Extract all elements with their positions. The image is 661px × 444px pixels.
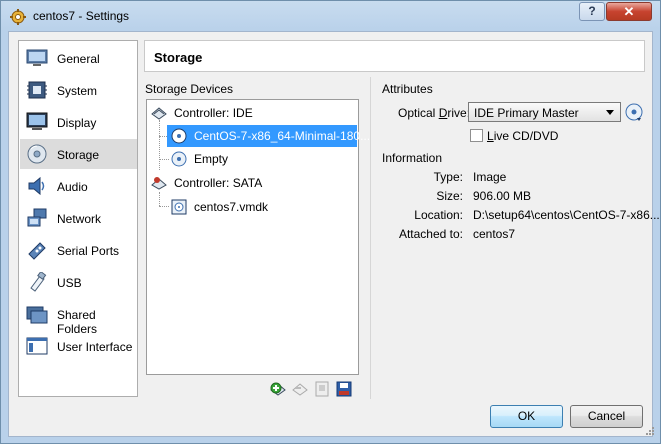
add-controller-icon[interactable] bbox=[269, 380, 287, 398]
dropdown-arrow-icon bbox=[606, 110, 614, 115]
sidebar-item-network[interactable]: Network bbox=[20, 203, 137, 233]
help-button[interactable]: ? bbox=[579, 2, 605, 21]
tree-item-label: Controller: SATA bbox=[174, 176, 263, 190]
general-icon bbox=[26, 49, 48, 66]
info-attached-value: centos7 bbox=[473, 227, 516, 241]
tree-item-label: centos7.vmdk bbox=[194, 200, 269, 214]
tree-item-controller-sata[interactable]: Controller: SATA bbox=[147, 172, 358, 194]
shared-folders-icon bbox=[26, 306, 48, 324]
serial-ports-icon bbox=[28, 242, 46, 260]
storage-devices-label: Storage Devices bbox=[145, 82, 234, 96]
sidebar-item-label: Serial Ports bbox=[57, 244, 120, 258]
sidebar-item-audio[interactable]: Audio bbox=[20, 171, 137, 201]
choose-disc-icon[interactable] bbox=[624, 102, 644, 122]
storage-icon bbox=[27, 144, 47, 164]
info-location-key: Location: bbox=[414, 208, 463, 222]
info-type-value: Image bbox=[473, 170, 507, 184]
page-title: Storage bbox=[154, 50, 203, 65]
usb-icon bbox=[30, 272, 47, 292]
storage-toolbar bbox=[269, 380, 359, 398]
tree-item-ide-disc[interactable]: CentOS-7-x86_64-Minimal-180... bbox=[167, 125, 370, 147]
info-type-key: Type: bbox=[433, 170, 463, 184]
sidebar-item-label: Network bbox=[57, 212, 102, 226]
tree-connector bbox=[159, 120, 160, 170]
system-icon bbox=[27, 81, 47, 99]
sidebar-item-display[interactable]: Display bbox=[20, 107, 137, 137]
label-text: rive: bbox=[447, 106, 471, 120]
sidebar-item-label: Display bbox=[57, 116, 97, 130]
title-bar[interactable]: centos7 - Settings ? ✕ bbox=[1, 1, 660, 31]
live-cd-checkbox[interactable] bbox=[470, 129, 483, 142]
attributes-label: Attributes bbox=[382, 82, 433, 96]
sidebar-item-storage[interactable]: Storage bbox=[20, 139, 137, 169]
remove-attachment-icon[interactable] bbox=[335, 380, 353, 398]
sidebar-item-general[interactable]: General bbox=[20, 43, 137, 73]
tree-connector bbox=[159, 192, 160, 206]
ide-controller-icon bbox=[151, 107, 167, 120]
sidebar-item-label: Storage bbox=[57, 148, 100, 162]
audio-icon bbox=[28, 176, 45, 196]
display-icon bbox=[26, 112, 48, 130]
window-title: centos7 - Settings bbox=[33, 9, 130, 23]
user-interface-icon bbox=[26, 337, 48, 355]
dialog-body: General System Display Storage Audio Net… bbox=[8, 31, 660, 437]
resize-grip-icon[interactable] bbox=[646, 427, 654, 435]
sidebar-item-usb[interactable]: USB bbox=[20, 267, 137, 297]
tree-item-label: Empty bbox=[194, 152, 229, 166]
sidebar-item-shared-folders[interactable]: Shared Folders bbox=[20, 299, 137, 336]
optical-drive-value: IDE Primary Master bbox=[474, 106, 579, 120]
sidebar-item-label: System bbox=[57, 84, 98, 98]
settings-window: centos7 - Settings ? ✕ General System Di… bbox=[0, 0, 661, 444]
optical-disc-icon bbox=[171, 128, 187, 144]
virtualbox-gear-icon bbox=[10, 9, 26, 25]
info-size-value: 906.00 MB bbox=[473, 189, 532, 203]
live-cd-label[interactable]: Live CD/DVD bbox=[487, 129, 558, 143]
sidebar-item-system[interactable]: System bbox=[20, 75, 137, 105]
tree-item-ide-empty[interactable]: Empty bbox=[167, 148, 357, 170]
tree-item-label: Controller: IDE bbox=[174, 106, 253, 120]
info-attached-key: Attached to: bbox=[398, 227, 463, 241]
hard-disk-icon bbox=[171, 199, 187, 215]
tree-item-sata-disk[interactable]: centos7.vmdk bbox=[167, 196, 357, 218]
info-location-value: D:\setup64\centos\CentOS-7-x86... bbox=[473, 208, 660, 222]
info-size-key: Size: bbox=[436, 189, 463, 203]
optical-disc-icon bbox=[171, 151, 187, 167]
cancel-button[interactable]: Cancel bbox=[570, 405, 643, 428]
sidebar-item-label: General bbox=[57, 52, 100, 66]
page-header: Storage bbox=[144, 40, 645, 72]
sidebar-item-label: USB bbox=[57, 276, 82, 290]
ok-button[interactable]: OK bbox=[490, 405, 563, 428]
storage-tree[interactable]: Controller: IDE CentOS-7-x86_64-Minimal-… bbox=[146, 99, 370, 375]
network-icon bbox=[27, 208, 47, 227]
sidebar-item-serial-ports[interactable]: Serial Ports bbox=[20, 235, 137, 265]
settings-sidebar: General System Display Storage Audio Net… bbox=[18, 40, 138, 397]
tree-item-label: CentOS-7-x86_64-Minimal-180... bbox=[194, 129, 371, 143]
optical-drive-label: Optical Drive: bbox=[398, 106, 470, 120]
sidebar-item-label: Audio bbox=[57, 180, 88, 194]
tree-item-controller-ide[interactable]: Controller: IDE bbox=[147, 102, 358, 124]
remove-controller-icon[interactable] bbox=[291, 380, 309, 398]
label-mnemonic: L bbox=[487, 129, 494, 143]
label-text: ive CD/DVD bbox=[493, 129, 559, 143]
label-text: Optical bbox=[398, 106, 439, 120]
optical-drive-select[interactable]: IDE Primary Master bbox=[468, 102, 621, 122]
sidebar-item-label: User Interface bbox=[57, 340, 133, 354]
sata-controller-icon bbox=[151, 177, 167, 190]
information-label: Information bbox=[382, 151, 443, 165]
close-button[interactable]: ✕ bbox=[606, 2, 652, 21]
sidebar-item-user-interface[interactable]: User Interface bbox=[20, 331, 137, 361]
add-attachment-icon[interactable] bbox=[313, 380, 331, 398]
